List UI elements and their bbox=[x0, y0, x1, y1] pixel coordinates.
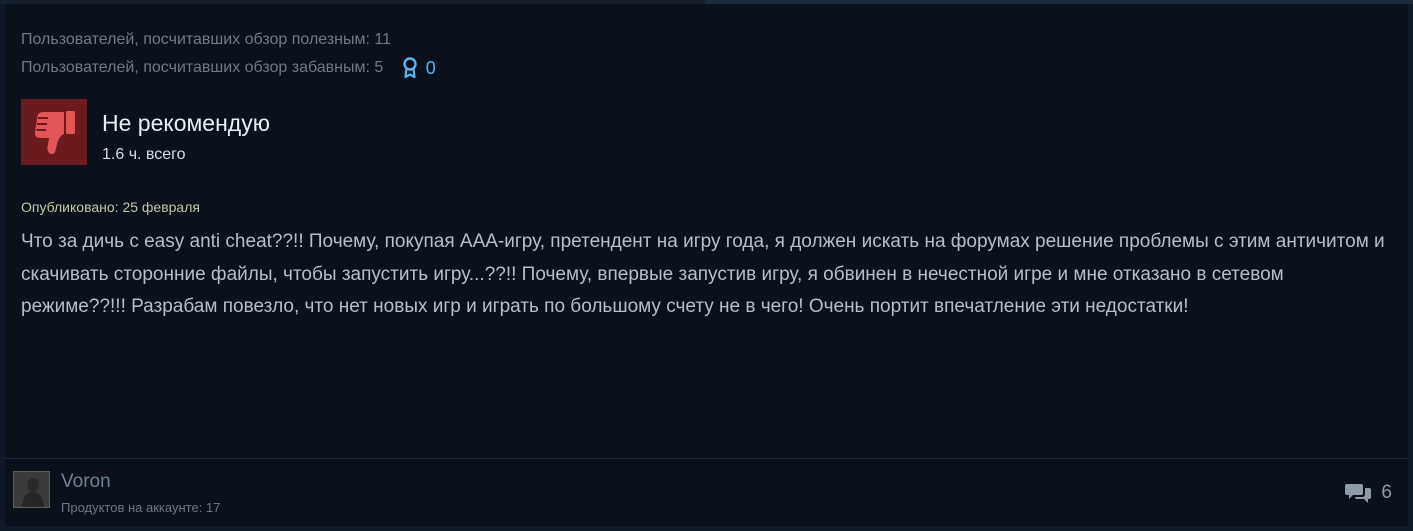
review-card: Пользователей, посчитавших обзор полезны… bbox=[5, 4, 1408, 526]
not-recommended-badge bbox=[21, 99, 87, 165]
divider bbox=[5, 458, 1408, 459]
helpful-votes: Пользователей, посчитавших обзор полезны… bbox=[21, 31, 392, 48]
comments-button[interactable]: 6 bbox=[1345, 482, 1392, 504]
review-text: Что за дичь с easy anti cheat??!! Почему… bbox=[21, 231, 1385, 317]
recommendation-title[interactable]: Не рекомендую bbox=[102, 110, 270, 137]
award-count: 0 bbox=[425, 58, 436, 78]
award-icon bbox=[403, 57, 417, 79]
comments-count: 6 bbox=[1381, 482, 1392, 503]
funny-votes-row: Пользователей, посчитавших обзор забавны… bbox=[21, 54, 436, 82]
author-name[interactable]: Voron bbox=[61, 471, 111, 493]
avatar[interactable] bbox=[13, 471, 50, 508]
avatar-silhouette-icon bbox=[14, 472, 49, 507]
vote-summary: Пользователей, посчитавших обзор полезны… bbox=[21, 26, 436, 82]
award-button[interactable]: 0 bbox=[402, 54, 436, 82]
hours-played: 1.6 ч. всего bbox=[102, 146, 186, 163]
posted-date: Опубликовано: 25 февраля bbox=[21, 199, 200, 215]
comments-icon bbox=[1345, 484, 1372, 503]
funny-votes: Пользователей, посчитавших обзор забавны… bbox=[21, 59, 384, 77]
thumbs-down-icon bbox=[34, 111, 75, 154]
author-products: Продуктов на аккаунте: 17 bbox=[61, 500, 221, 515]
